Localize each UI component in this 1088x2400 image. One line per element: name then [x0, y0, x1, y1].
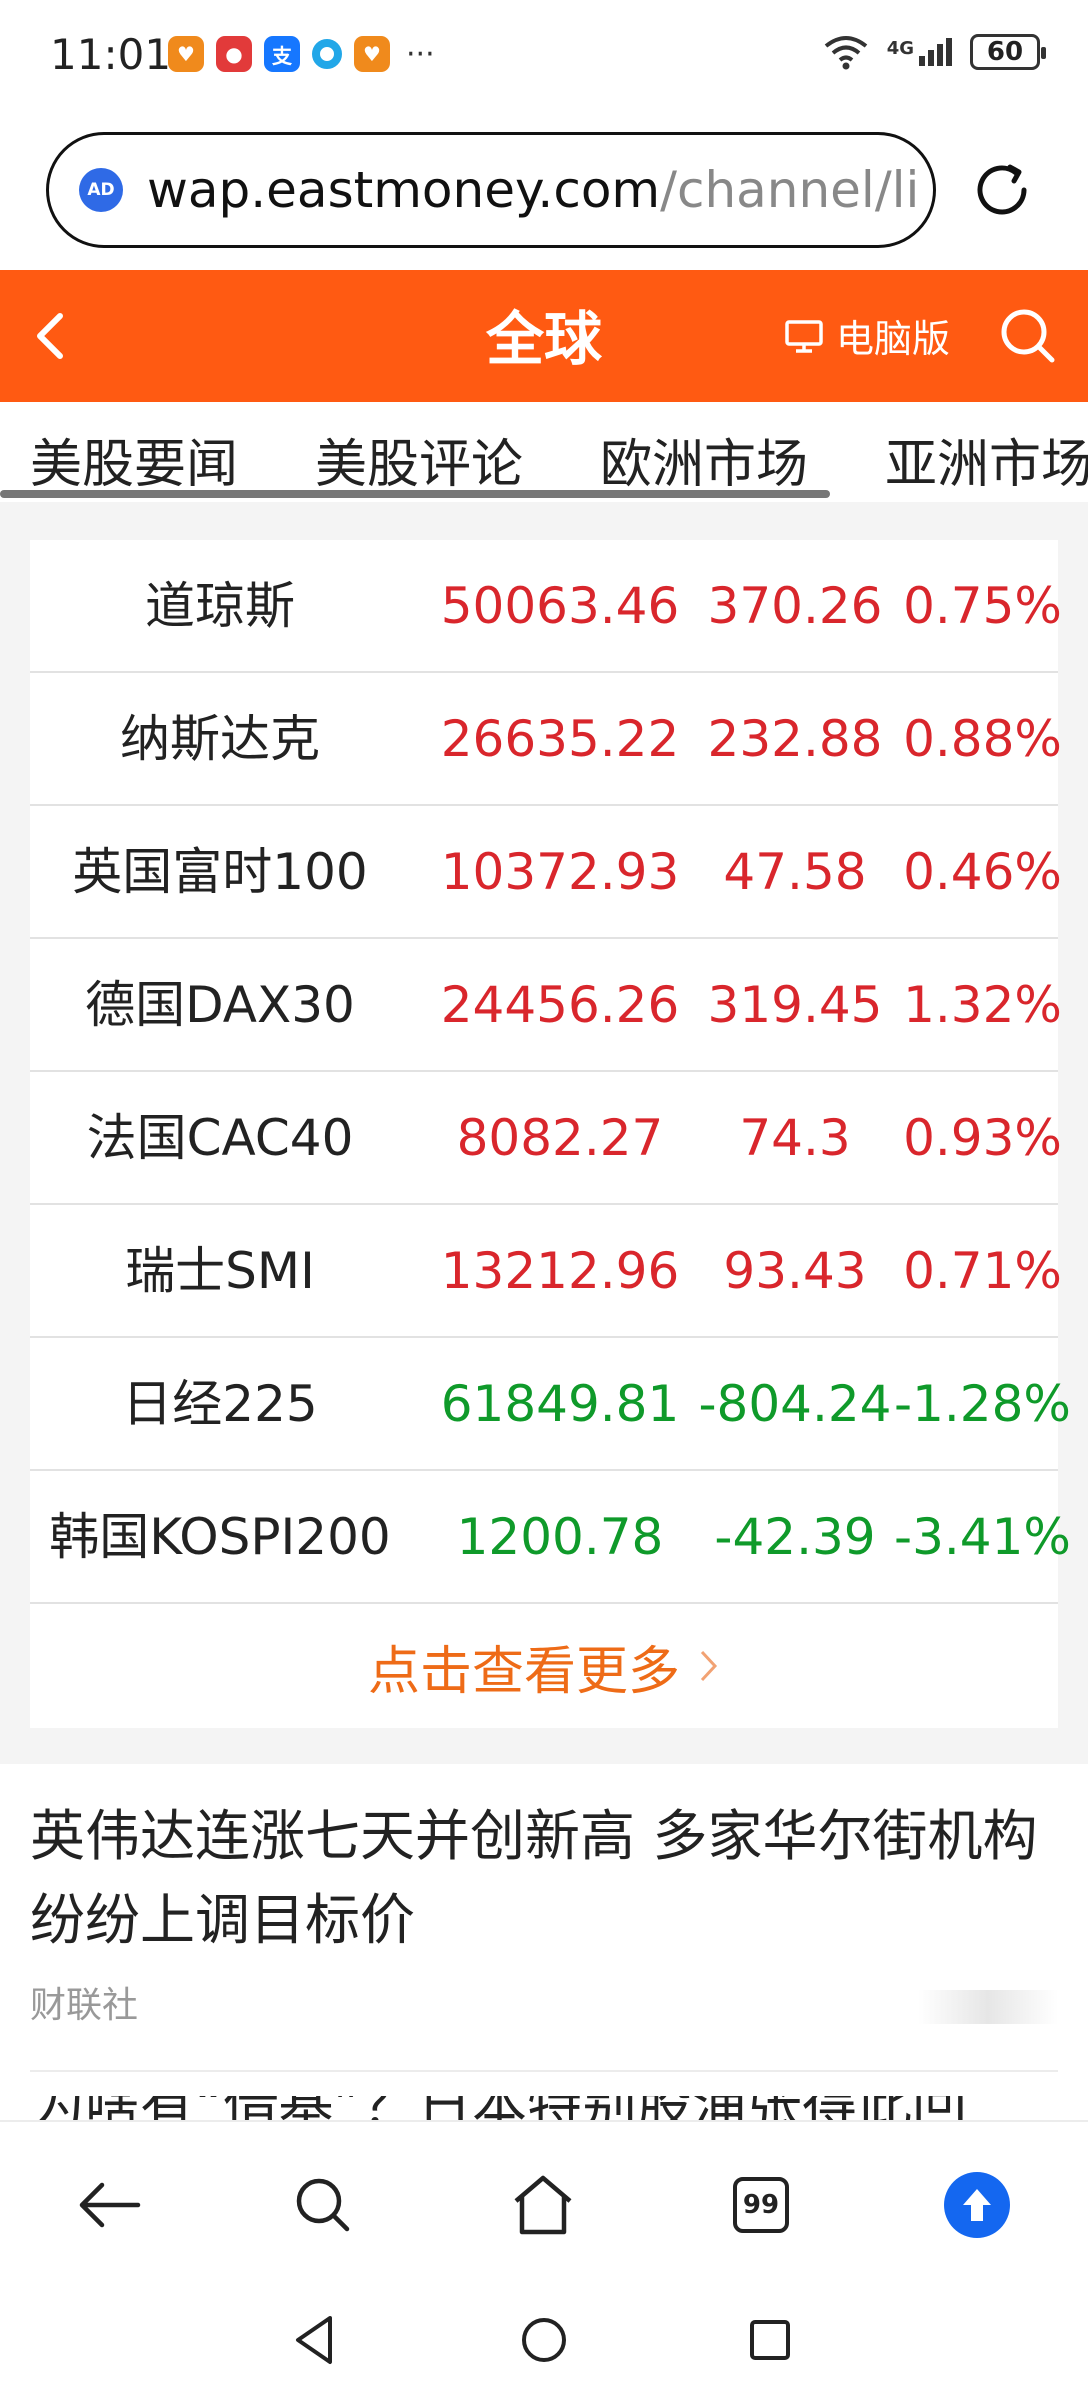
tab-us-news[interactable]: 美股要闻 [30, 422, 238, 497]
url-text: wap.eastmoney.com/channel/lis [147, 161, 917, 219]
index-change-percent: 0.88% [903, 710, 1062, 768]
table-row[interactable]: 日经225 61849.81 -804.24 -1.28% [30, 1338, 1071, 1471]
wifi-icon [824, 36, 867, 70]
table-row[interactable]: 韩国KOSPI200 1200.78 -42.39 -3.41% [30, 1471, 1071, 1604]
index-name: 道琼斯 [145, 577, 295, 635]
address-bar-area: AD wap.eastmoney.com/channel/lis [0, 112, 1088, 270]
index-change-percent: -1.28% [894, 1375, 1071, 1433]
table-row[interactable]: 法国CAC40 8082.27 74.3 0.93% [30, 1072, 1062, 1205]
index-change-percent: 1.32% [903, 976, 1062, 1034]
monitor-icon [785, 319, 823, 353]
app-icon-blue [312, 39, 342, 69]
tab-count-icon: 99 [733, 2177, 789, 2233]
arrow-up-icon [944, 2172, 1010, 2238]
index-name: 德国DAX30 [85, 976, 355, 1034]
more-notifications-icon: ··· [406, 36, 435, 72]
index-change-percent: 0.71% [903, 1242, 1062, 1300]
index-name: 纳斯达克 [120, 710, 320, 768]
url-host: wap.eastmoney.com [147, 161, 661, 219]
app-icon-red: ● [216, 36, 252, 72]
search-icon [296, 2178, 350, 2232]
news-source: 财联社 [30, 1985, 139, 2026]
search-icon[interactable] [998, 306, 1058, 366]
index-price: 61849.81 [440, 1375, 680, 1433]
index-name: 法国CAC40 [86, 1109, 354, 1167]
home-button[interactable] [504, 2166, 582, 2244]
signal-icon: 4G [887, 38, 952, 66]
chevron-right-icon [700, 1650, 718, 1682]
tab-asia-market[interactable]: 亚洲市场 [885, 422, 1088, 497]
status-bar: 11:01 ♥ ● 支 ♥ ··· 4G 60 [0, 0, 1088, 112]
index-price: 24456.26 [440, 976, 680, 1034]
pc-version-label: 电脑版 [836, 317, 951, 361]
nav-home-icon[interactable] [514, 2310, 574, 2370]
index-name: 韩国KOSPI200 [49, 1508, 391, 1566]
divider [30, 2070, 1058, 2072]
index-change-percent: -3.41% [894, 1508, 1071, 1566]
index-name: 日经225 [122, 1375, 318, 1433]
channel-tabs: 美股要闻 美股评论 欧洲市场 亚洲市场 [0, 402, 1088, 502]
ad-badge-icon: AD [79, 168, 123, 212]
index-price: 1200.78 [456, 1508, 664, 1566]
index-price: 13212.96 [440, 1242, 680, 1300]
view-more-label: 点击查看更多 [367, 1641, 680, 1702]
tabs-button[interactable]: 99 [722, 2166, 800, 2244]
index-change-percent: 0.75% [903, 577, 1062, 635]
arrow-left-icon [79, 2182, 141, 2228]
browser-page: 11:01 ♥ ● 支 ♥ ··· 4G 60 AD wap.eastmoney… [0, 0, 1088, 2400]
app-icon-orange-2: ♥ [354, 36, 390, 72]
table-row[interactable]: 瑞士SMI 13212.96 93.43 0.71% [30, 1205, 1062, 1338]
view-more-button[interactable]: 点击查看更多 [30, 1604, 1058, 1728]
index-price: 10372.93 [440, 843, 680, 901]
news-title-partial[interactable]: 为啥有“借基”？日本特别股涌张得此回 [30, 2096, 967, 2120]
index-name: 英国富时100 [72, 843, 368, 901]
url-path: /channel/lis [660, 161, 917, 219]
table-row[interactable]: 道琼斯 50063.46 370.26 0.75% [30, 540, 1062, 673]
status-time: 11:01 [50, 30, 172, 79]
tab-europe-market[interactable]: 欧洲市场 [600, 422, 808, 497]
pc-version-link[interactable]: 电脑版 [784, 308, 950, 363]
battery-icon: 60 [970, 34, 1046, 70]
search-button[interactable] [284, 2166, 362, 2244]
channel-header: 全球 电脑版 [0, 270, 1088, 402]
network-type: 4G [886, 38, 914, 59]
index-change-percent: 0.93% [903, 1109, 1062, 1167]
news-thumbnail [918, 1990, 1058, 2024]
nav-recents-icon[interactable] [740, 2310, 800, 2370]
table-row[interactable]: 英国富时100 10372.93 47.58 0.46% [30, 806, 1062, 939]
system-navigation-bar [0, 2286, 1088, 2400]
index-price: 50063.46 [440, 577, 680, 635]
table-row[interactable]: 德国DAX30 24456.26 319.45 1.32% [30, 939, 1062, 1072]
nav-back-icon[interactable] [286, 2310, 346, 2370]
table-row[interactable]: 纳斯达克 26635.22 232.88 0.88% [30, 673, 1062, 806]
scroll-top-button[interactable] [938, 2166, 1016, 2244]
news-item-partial[interactable]: 为啥有“借基”？日本特别股涌张得此回 [30, 2096, 1058, 2120]
app-icon-orange-1: ♥ [168, 36, 204, 72]
tabs-scroll-indicator [0, 490, 830, 498]
news-item[interactable]: 英伟达连涨七天并创新高 多家华尔街机构纷纷上调目标价 财联社 [0, 1764, 1088, 2120]
index-price: 26635.22 [440, 710, 680, 768]
alipay-icon: 支 [264, 36, 300, 72]
notification-icons: ♥ ● 支 ♥ ··· [168, 36, 435, 72]
address-bar[interactable]: AD wap.eastmoney.com/channel/lis [46, 132, 936, 248]
news-title[interactable]: 英伟达连涨七天并创新高 多家华尔街机构纷纷上调目标价 [30, 1794, 1050, 1962]
reload-icon[interactable] [966, 154, 1038, 226]
index-change-percent: 0.46% [903, 843, 1062, 901]
back-button[interactable] [70, 2166, 148, 2244]
browser-toolbar: 99 [0, 2120, 1088, 2286]
index-price: 8082.27 [456, 1109, 664, 1167]
index-quote-table: 道琼斯 50063.46 370.26 0.75% 纳斯达克 26635.22 232.88… [30, 540, 1071, 1728]
status-right: 4G 60 [823, 34, 1046, 70]
tab-us-commentary[interactable]: 美股评论 [315, 422, 523, 497]
index-name: 瑞士SMI [125, 1242, 315, 1300]
home-icon [514, 2175, 572, 2235]
